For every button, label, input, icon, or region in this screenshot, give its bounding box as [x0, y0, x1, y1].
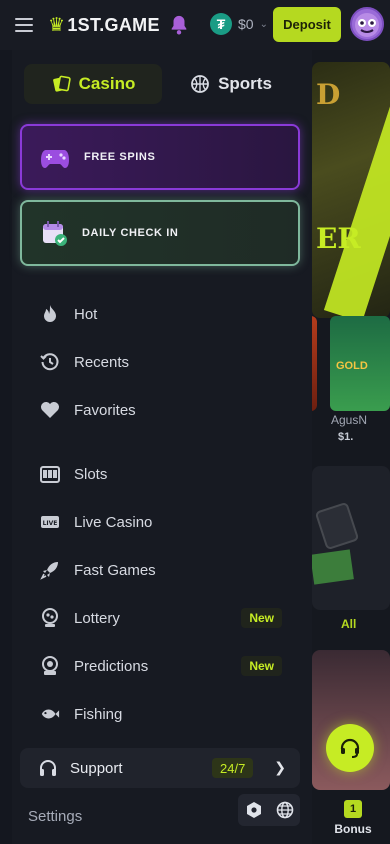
calendar-check-icon — [43, 221, 67, 246]
headphones-icon — [40, 760, 56, 776]
chevron-down-icon: ⌄ — [259, 18, 268, 30]
logo-mark-icon: ♛ — [48, 14, 66, 36]
menu-button[interactable] — [8, 9, 40, 41]
deposit-button[interactable]: Deposit — [273, 7, 341, 42]
nav-item-fast-games[interactable]: Fast Games — [20, 550, 300, 590]
nav-item-recents[interactable]: Recents — [20, 342, 300, 382]
free-spins-button[interactable]: FREE SPINS — [20, 124, 300, 190]
support-button[interactable]: Support 24/7 ❯ — [20, 748, 300, 788]
promo-label: FREE SPINS — [84, 151, 156, 163]
nav-label: Slots — [74, 465, 108, 483]
game-name: AgusN — [331, 413, 368, 427]
promo-banner[interactable]: D ER — [312, 62, 390, 318]
slot-machine-icon — [40, 464, 60, 484]
support-hours-badge: 24/7 — [212, 758, 254, 778]
globe-icon[interactable] — [276, 801, 294, 819]
balance-amount: $0 — [238, 16, 254, 32]
chevron-right-icon: ❯ — [274, 759, 286, 775]
new-badge: New — [241, 656, 282, 676]
settings-controls — [238, 794, 300, 826]
nav-item-lottery[interactable]: Lottery New — [20, 598, 300, 638]
tab-sports[interactable]: Sports — [162, 64, 300, 104]
fish-icon — [40, 704, 60, 724]
nav-item-hot[interactable]: Hot — [20, 294, 300, 334]
top-bar: ♛ 1ST.GAME ₮ $0 ⌄ Deposit — [0, 0, 390, 50]
notifications-button[interactable] — [166, 12, 192, 38]
category-tabs: Casino Sports — [24, 64, 300, 104]
new-badge: New — [241, 608, 282, 628]
side-drawer: Casino Sports FREE SPINS DAILY CHECK IN … — [12, 50, 312, 844]
banner-art: D — [316, 78, 341, 111]
nav-label: Hot — [74, 305, 98, 323]
support-label: Support — [70, 759, 123, 777]
support-chat-button[interactable] — [326, 724, 374, 772]
dice-art — [314, 501, 360, 551]
tab-label: Sports — [218, 74, 272, 93]
nav-item-predictions[interactable]: Predictions New — [20, 646, 300, 686]
nav-item-slots[interactable]: Slots — [20, 454, 300, 494]
nav-item-live-casino[interactable]: LIVE Live Casino — [20, 502, 300, 542]
history-icon — [40, 352, 60, 372]
banner-art-lower: ER — [316, 222, 361, 255]
nav-item-favorites[interactable]: Favorites — [20, 390, 300, 430]
nav-item-fishing[interactable]: Fishing — [20, 694, 300, 734]
cards-icon — [52, 75, 71, 92]
game-thumbnail[interactable] — [312, 466, 390, 610]
logo-text: 1ST.GAME — [67, 14, 160, 35]
basketball-icon — [191, 75, 209, 93]
promo-label: DAILY CHECK IN — [82, 227, 179, 239]
nav-label: Fast Games — [74, 561, 156, 579]
crystal-ball-icon — [40, 656, 60, 676]
view-all-link[interactable]: All — [341, 617, 356, 631]
settings-hexagon-icon[interactable] — [245, 801, 263, 819]
bonus-tab[interactable]: 1 Bonus — [324, 790, 382, 844]
game-price: $1. — [338, 431, 354, 443]
nav-label: Recents — [74, 353, 130, 371]
nav-label: Favorites — [74, 401, 136, 419]
monster-avatar-icon — [355, 13, 379, 37]
settings-row: Settings — [12, 792, 312, 844]
tab-casino[interactable]: Casino — [24, 64, 162, 104]
game-thumbnail[interactable]: GOLD — [330, 316, 390, 411]
heart-icon — [40, 400, 60, 420]
nav-label: Live Casino — [74, 513, 153, 531]
site-logo[interactable]: ♛ 1ST.GAME — [48, 14, 160, 36]
tether-icon: ₮ — [210, 13, 232, 35]
settings-label[interactable]: Settings — [28, 808, 82, 825]
cash-art — [312, 549, 354, 585]
nav-label: Lottery — [74, 609, 120, 627]
nav-label: Fishing — [74, 705, 123, 723]
balance-selector[interactable]: ₮ $0 ⌄ — [210, 12, 268, 36]
tab-label: Casino — [78, 74, 136, 93]
gift-icon: 1 — [344, 800, 362, 818]
avatar[interactable] — [350, 7, 384, 41]
bell-icon — [171, 15, 187, 35]
gamepad-icon — [41, 150, 69, 168]
lottery-icon — [40, 608, 60, 628]
live-icon: LIVE — [40, 512, 60, 532]
nav-label: Predictions — [74, 657, 149, 675]
headset-icon — [340, 738, 360, 758]
banner-stripe — [323, 81, 390, 318]
hamburger-icon — [15, 18, 33, 32]
bonus-tab-label: Bonus — [334, 822, 372, 836]
daily-check-in-button[interactable]: DAILY CHECK IN — [20, 200, 300, 266]
game-art: GOLD — [336, 360, 368, 372]
fire-icon — [40, 304, 60, 324]
rocket-icon — [40, 560, 60, 580]
svg-text:LIVE: LIVE — [43, 520, 58, 527]
